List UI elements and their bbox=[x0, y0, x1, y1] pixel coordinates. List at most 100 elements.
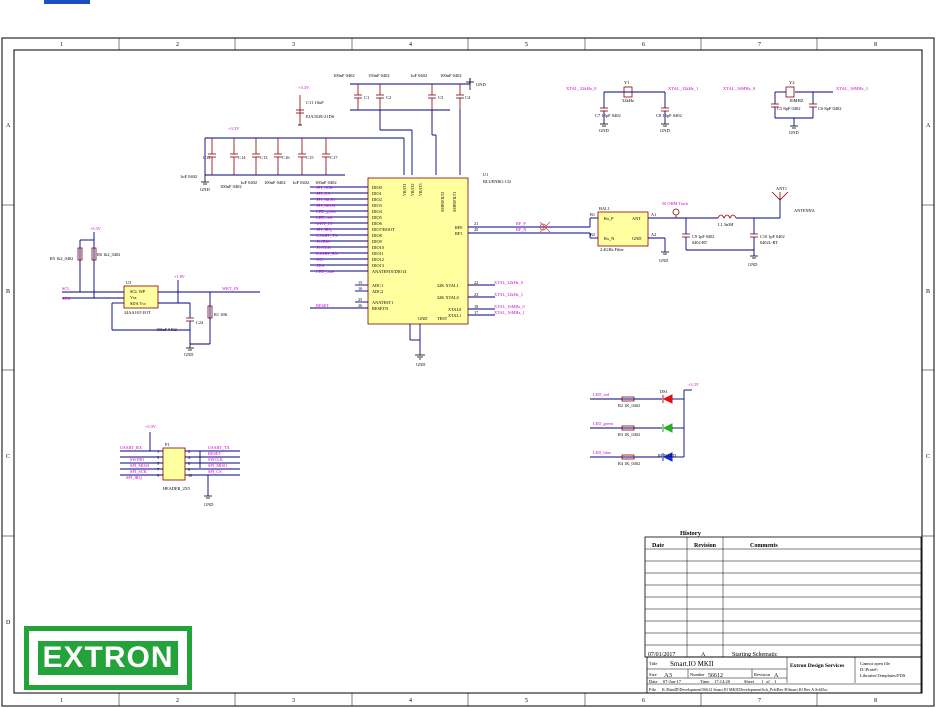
cap-bank-label-4: 100nF 0402 bbox=[264, 180, 286, 185]
u1-pin-dio9: DIO9 bbox=[372, 239, 382, 244]
net-left-8: USART_TX bbox=[316, 233, 339, 238]
cap-bank-c12: C12 bbox=[203, 155, 211, 160]
ds1-part: RGB LED bbox=[658, 453, 676, 458]
header-right-1: RESET bbox=[208, 451, 222, 456]
c9-part: 0402-RT bbox=[692, 240, 708, 245]
u1-pin-gnd: GND bbox=[418, 316, 427, 321]
zone-dividers bbox=[2, 38, 934, 706]
net-led-green: LED_green bbox=[593, 421, 614, 426]
bal1-pin-rxp: Rx_P bbox=[604, 216, 614, 221]
row-label-c: C bbox=[6, 454, 10, 460]
cap-ref-c4: C4 bbox=[465, 95, 471, 100]
header-left-2: SPI_MOSI bbox=[130, 463, 150, 468]
antenna-label: ANTENNA bbox=[794, 208, 816, 213]
tb-size: A3 bbox=[664, 672, 672, 679]
tb-note-1: Cannot open file bbox=[860, 661, 890, 666]
u1-pinnum-22: 22 bbox=[474, 280, 478, 285]
rf-track-label: 50 OHM Track bbox=[662, 201, 689, 206]
header-num-6: 6 bbox=[188, 461, 191, 466]
row-label-c-right: C bbox=[926, 454, 930, 460]
c10-part: 0402L-RT bbox=[760, 240, 778, 245]
header-num-8: 8 bbox=[188, 467, 190, 472]
cap-bank-c15: C15 bbox=[306, 155, 314, 160]
col-label-5-bottom: 5 bbox=[525, 698, 528, 704]
col-label-3-bottom: 3 bbox=[292, 698, 295, 704]
bal1-ref: BAL1 bbox=[599, 206, 610, 211]
net-xtal16m-0-u1: XTAL_16MHz_0 bbox=[494, 304, 525, 309]
header-right-4: SPI_CS bbox=[208, 469, 222, 474]
cap-bank-c16: C16 bbox=[282, 155, 290, 160]
col-label-6-bottom: 6 bbox=[642, 698, 645, 704]
u1-pinnum-17: 17 bbox=[474, 310, 479, 315]
p1-ref: P1 bbox=[165, 442, 170, 447]
extron-logo: EXTRON bbox=[24, 626, 192, 690]
gnd-label-c7: GND bbox=[599, 128, 609, 133]
v33-label-led: +3.3V bbox=[688, 382, 700, 387]
net-left-12: SCL bbox=[316, 257, 324, 262]
y1-value: 32kHz bbox=[622, 98, 634, 103]
u1-pinnum-20: 20 bbox=[474, 227, 478, 232]
cap-top-label-1: 100nF 0402 bbox=[333, 73, 355, 78]
header-left-4: SPI_IRQ bbox=[126, 475, 143, 480]
net-left-2: SPI_MISO bbox=[316, 197, 335, 202]
y1-ref: Y1 bbox=[624, 80, 630, 85]
history-col-revision: Revision bbox=[694, 543, 717, 549]
cap-bank-label-2: 100nF 0402 bbox=[220, 184, 242, 189]
net-rf-p: RF_P bbox=[516, 221, 526, 226]
row-label-b: B bbox=[6, 289, 10, 295]
header-num-10: 10 bbox=[188, 473, 192, 478]
tb-note-2: D:\Protel\ bbox=[860, 667, 878, 672]
net-led-red: LED_red bbox=[593, 392, 610, 397]
gnd-label-header: GND bbox=[204, 502, 213, 507]
tb-date-label: Date bbox=[649, 679, 658, 684]
net-left-5: LED_red bbox=[316, 215, 333, 220]
header-left-3: SPI_SCK bbox=[130, 469, 148, 474]
u1-pin-dio5: DIO5 bbox=[372, 215, 382, 220]
sheet-border bbox=[1, 37, 935, 707]
row-label-b-right: B bbox=[926, 289, 930, 295]
tb-title-label: Title bbox=[649, 661, 657, 666]
tb-file-label: File bbox=[649, 687, 656, 692]
bal1-pinnum-a1: A1 bbox=[651, 212, 656, 217]
header-num-9: 9 bbox=[157, 473, 159, 478]
u1-pin-vbat3: VBAT3 bbox=[418, 184, 423, 196]
gnd-label-y2: GND bbox=[789, 130, 799, 135]
net-left-0: SPI_SCK bbox=[316, 185, 334, 190]
cap-bank-c13: C13 bbox=[260, 155, 268, 160]
tb-sheet-label: Sheet bbox=[744, 679, 755, 684]
net-rf-n: RF_N bbox=[516, 227, 527, 232]
cap-top-label-4: 100nF 0402 bbox=[440, 73, 462, 78]
power-cap-bank bbox=[201, 95, 405, 185]
header-num-1: 1 bbox=[157, 449, 159, 454]
gnd-label-c10: GND bbox=[748, 262, 757, 267]
v33-label-bank: +3.3V bbox=[228, 126, 240, 131]
col-label-4: 4 bbox=[409, 42, 412, 48]
gnd-label-u1: GND bbox=[416, 362, 425, 367]
row-label-a: A bbox=[6, 123, 11, 129]
history-table bbox=[644, 536, 922, 658]
ds1-ref: DS1 bbox=[660, 389, 668, 394]
r4-label: R4 1K_0402 bbox=[618, 461, 640, 466]
y2-ref: Y2 bbox=[789, 80, 795, 85]
u1-pin-adc2: ADC2 bbox=[372, 289, 383, 294]
net-xtal16m-0-top: XTAL_16MHz_0 bbox=[723, 86, 756, 91]
col-label-1-bottom: 1 bbox=[60, 698, 63, 704]
col-label-2: 2 bbox=[176, 42, 179, 48]
u3-pin-scl: SCL WP bbox=[130, 289, 146, 294]
u1-pin-dio12: DIO12 bbox=[372, 257, 384, 262]
bal1-part: 2.4GHz Filter bbox=[600, 247, 624, 252]
u1-pinnum-25: 25 bbox=[358, 297, 362, 302]
col-label-3: 3 bbox=[292, 42, 295, 48]
net-xtal32k-1-top: XTAL_32kHz_1 bbox=[668, 86, 698, 91]
u1-pin-vbat2: VBAT2 bbox=[410, 184, 415, 196]
u1-pin-adc1: ADC1 bbox=[372, 283, 383, 288]
cap-ref-c1: C1 bbox=[364, 95, 369, 100]
crystal-y1-circuit bbox=[600, 86, 669, 127]
history-col-date: Date bbox=[652, 543, 664, 549]
net-reset-u1: RESET bbox=[316, 303, 330, 308]
bal1-pin-ant: ANT bbox=[632, 216, 641, 221]
c11-part: EIA3528-21DS bbox=[306, 114, 335, 119]
col-label-4-bottom: 4 bbox=[409, 698, 412, 704]
u1-pin-dio10: DIO10 bbox=[372, 245, 384, 250]
v33-label-pullups: +3.3V bbox=[90, 226, 102, 231]
